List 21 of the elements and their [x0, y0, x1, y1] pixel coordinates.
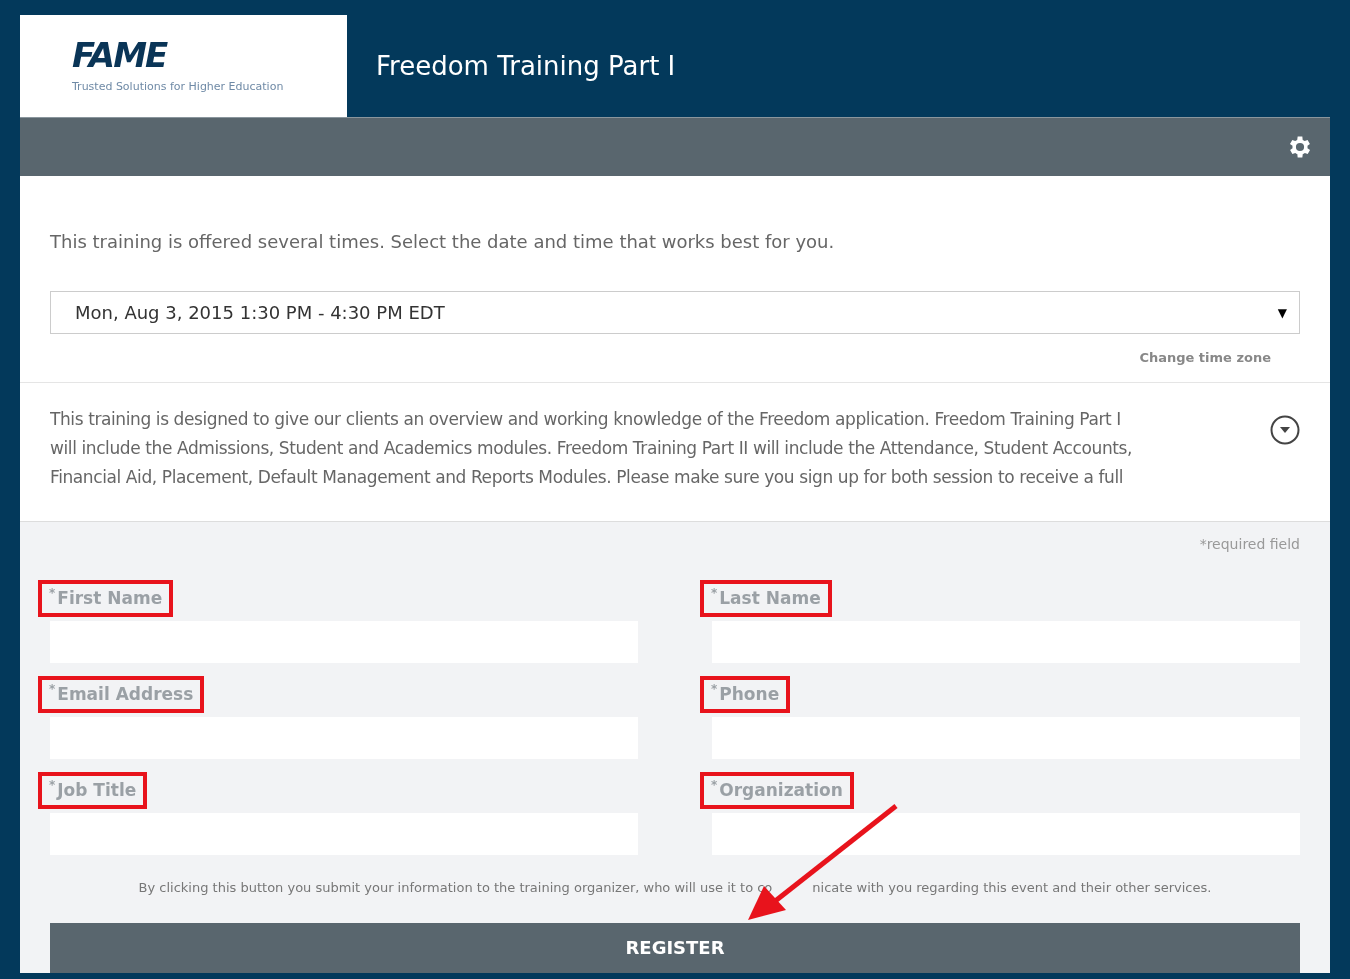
- logo-tagline: Trusted Solutions for Higher Education: [72, 78, 285, 95]
- caret-icon: ▼: [1277, 303, 1287, 322]
- field-label: *Organization: [700, 771, 854, 810]
- description-text: will include the Admissions, Student and Academics modules. Freedom Training Part II will include the Attendance, Student Accounts,: [50, 436, 1133, 460]
- change-time-zone-link[interactable]: Change time zone: [1139, 348, 1271, 368]
- expand-icon[interactable]: [1270, 414, 1300, 445]
- description-text: This training is designed to give our clients an overview and working knowledge of the Freedom application. Freedom Training Part I: [50, 407, 1122, 431]
- text-input-field[interactable]: [712, 812, 1300, 855]
- consent-text: nicate with you regarding this event and their other services.: [812, 878, 1212, 897]
- field-label: *Email Address: [38, 675, 205, 714]
- logo-wordmark: FAME: [72, 36, 168, 73]
- field-label: *Job Title: [38, 771, 148, 810]
- field-label: *First Name: [38, 579, 174, 618]
- page-title: Freedom Training Part I: [376, 49, 676, 83]
- field-label: *Phone: [700, 675, 791, 714]
- field-label: *Last Name: [700, 579, 832, 618]
- session-dropdown[interactable]: Mon, Aug 3, 2015 1:30 PM - 4:30 PM EDT ▼: [50, 291, 1300, 334]
- description-text: Financial Aid, Placement, Default Management and Reports Modules. Please make sure you sign up for both session to receive a full: [50, 465, 1125, 489]
- required-field-note: *required field: [1199, 534, 1300, 554]
- register-button[interactable]: REGISTER: [50, 922, 1300, 973]
- intro-text: This training is offered several times. Select the date and time that works best for you.: [50, 230, 836, 254]
